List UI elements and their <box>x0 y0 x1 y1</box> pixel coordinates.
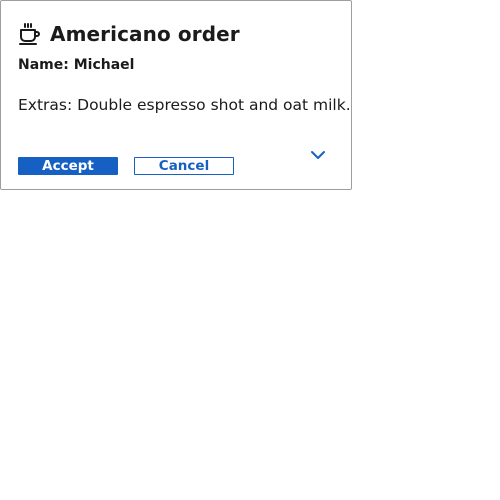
accept-button[interactable]: Accept <box>18 157 118 175</box>
coffee-cup-icon <box>18 22 42 46</box>
chevron-down-icon[interactable] <box>307 145 329 165</box>
cancel-button[interactable]: Cancel <box>134 157 234 175</box>
order-extras: Extras: Double espresso shot and oat mil… <box>18 96 351 114</box>
order-card: Americano order Name: Michael Extras: Do… <box>0 0 352 190</box>
customer-name: Name: Michael <box>18 57 135 73</box>
card-header: Americano order <box>18 20 240 48</box>
card-title: Americano order <box>50 22 240 46</box>
